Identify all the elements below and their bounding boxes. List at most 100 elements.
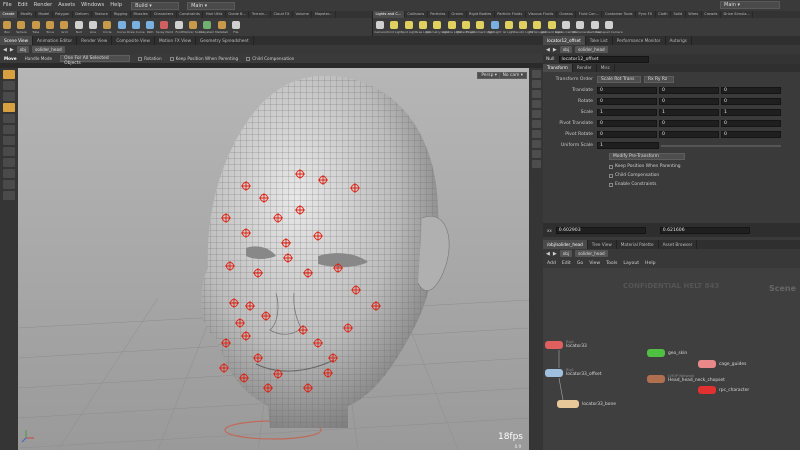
shelf-left-tab-0[interactable]: Create: [0, 11, 18, 18]
shelf-left-tab-11[interactable]: Guide B...: [226, 11, 250, 18]
param-field-z[interactable]: 1: [721, 109, 781, 116]
shelf-tool-tube[interactable]: Tube: [29, 20, 43, 34]
shelf-tool-camera[interactable]: Camera: [373, 20, 387, 34]
scene-viewport[interactable]: Persp ▾ No cam ▾ 18fps 0.9: [18, 68, 529, 450]
shelf-tool-torus[interactable]: Torus: [43, 20, 57, 34]
param-field-y[interactable]: 0: [659, 131, 719, 138]
selection-mode-dropdown[interactable]: One For All Selected Objects: [60, 55, 131, 66]
uniform-scale-slider[interactable]: [661, 144, 781, 147]
param-field-y[interactable]: 1: [659, 109, 719, 116]
right-network-dropdown[interactable]: Main ▾: [720, 1, 780, 9]
shelf-tool-line[interactable]: Line: [86, 20, 100, 34]
param-tab-0[interactable]: locator12_offset: [543, 36, 586, 45]
readout-b[interactable]: 0.621606: [659, 226, 750, 234]
shelf-right-tab-8[interactable]: Fluid Con...: [576, 11, 603, 18]
subtab-transform[interactable]: Transform: [543, 64, 573, 72]
viewport-tab-1[interactable]: Animation Editor: [33, 36, 78, 45]
ghost-icon[interactable]: [531, 130, 541, 138]
viewport-tab-5[interactable]: Geometry Spreadsheet: [196, 36, 254, 45]
modify-pre-transform-dropdown[interactable]: Modify Pre-Transform: [609, 153, 685, 160]
shelf-left-tab-4[interactable]: Deform: [73, 11, 93, 18]
point-display-icon[interactable]: [531, 140, 541, 148]
param-field-y[interactable]: 0: [659, 98, 719, 105]
camera-persp-dropdown[interactable]: Persp ▾: [477, 72, 501, 79]
keep-position-toggle[interactable]: Keep Position When Parenting: [169, 56, 238, 61]
display-option-icon[interactable]: [531, 70, 541, 78]
view-tool-icon[interactable]: [3, 136, 15, 145]
shelf-left-tab-15[interactable]: Mapster...: [312, 11, 336, 18]
shelf-tool-draw-curve[interactable]: Draw Curve: [127, 20, 145, 34]
param-field-x[interactable]: 0: [597, 87, 657, 94]
shelf-right-tab-7[interactable]: Oceans: [557, 11, 577, 18]
shelf-right-tab-11[interactable]: Cloth: [656, 11, 672, 18]
param-path-obj[interactable]: obj: [559, 46, 573, 53]
background-icon[interactable]: [531, 120, 541, 128]
shelf-left-tab-7[interactable]: Muscles: [131, 11, 152, 18]
pin-icon[interactable]: [3, 191, 15, 200]
shelf-right-tab-6[interactable]: Viscous Fluids: [526, 11, 557, 18]
shelf-tool-circle[interactable]: Circle: [100, 20, 114, 34]
snap-icon[interactable]: [3, 147, 15, 156]
shelf-left-tab-13[interactable]: Cloud FX: [271, 11, 293, 18]
param-field-y[interactable]: 0: [659, 87, 719, 94]
param-field-x[interactable]: 0: [597, 98, 657, 105]
param-field-z[interactable]: 0: [721, 87, 781, 94]
move-tool-icon[interactable]: [3, 81, 15, 90]
shelf-tool-metaball[interactable]: Metaball: [214, 20, 228, 34]
shelf-left-tab-6[interactable]: Rigging: [111, 11, 131, 18]
no-cam-dropdown[interactable]: No cam ▾: [498, 72, 527, 79]
handle-tool-icon[interactable]: [3, 103, 15, 112]
param-field-z[interactable]: 0: [721, 98, 781, 105]
shelf-left-tab-8[interactable]: Characters: [151, 11, 177, 18]
network-node-locator33-bone[interactable]: locator33_bone: [557, 400, 616, 408]
param-field-x[interactable]: 0: [597, 120, 657, 127]
viewport-tab-4[interactable]: Motion FX View: [155, 36, 197, 45]
desktop-dropdown[interactable]: Build ▾: [131, 1, 180, 10]
shelf-left-tab-10[interactable]: Hair Utils: [203, 11, 226, 18]
shelf-tool-vr-camera[interactable]: VR Camera: [572, 20, 589, 34]
shelf-tool-platonic-solids[interactable]: Platonic Solids: [182, 20, 204, 34]
menu-assets[interactable]: Assets: [55, 0, 78, 11]
param-tab-3[interactable]: Autorigs: [666, 36, 692, 45]
normal-display-icon[interactable]: [531, 150, 541, 158]
param-back-icon[interactable]: ◀: [546, 47, 550, 53]
param-field-x[interactable]: 0: [597, 131, 657, 138]
transform-order-dropdown[interactable]: Scale Rot Trans: [597, 76, 641, 83]
shelf-right-tab-15[interactable]: Drive Simula...: [721, 11, 754, 18]
magnet-icon[interactable]: [3, 169, 15, 178]
pose-tool-icon[interactable]: [3, 125, 15, 134]
viewport-tab-2[interactable]: Render View: [77, 36, 113, 45]
network-node-locator33-offset[interactable]: Rig1 locator33_offset: [545, 368, 601, 377]
shaded-icon[interactable]: [531, 90, 541, 98]
shelf-tool-sky-light[interactable]: Sky Light: [487, 20, 501, 34]
child-comp-row[interactable]: Child Compensation: [543, 171, 800, 180]
shelf-tool-l-system[interactable]: L-System: [200, 20, 214, 34]
shelf-left-tab-3[interactable]: Polygon: [53, 11, 73, 18]
shelf-left-tab-5[interactable]: Texture: [92, 11, 112, 18]
scale-tool-icon[interactable]: [3, 114, 15, 123]
shelf-right-tab-0[interactable]: Lights and C...: [373, 11, 405, 18]
shadow-icon[interactable]: [531, 110, 541, 118]
uniform-scale-field[interactable]: 1: [597, 142, 659, 149]
param-field-y[interactable]: 0: [659, 120, 719, 127]
node-name-field[interactable]: locator12_offset: [558, 55, 649, 63]
readout-a[interactable]: 0.602903: [555, 226, 646, 234]
shelf-right-tab-3[interactable]: Grains: [449, 11, 467, 18]
shelf-right-tab-14[interactable]: Crowds: [702, 11, 721, 18]
back-arrow-icon[interactable]: ◀: [3, 47, 7, 53]
shelf-tool-sphere[interactable]: Sphere: [14, 20, 28, 34]
shelf-right-tab-12[interactable]: Solid: [671, 11, 686, 18]
subtab-render[interactable]: Render: [573, 64, 597, 72]
param-forward-icon[interactable]: ▶: [553, 47, 557, 53]
shelf-right-tab-5[interactable]: Particle Fluids: [495, 11, 526, 18]
subtab-misc[interactable]: Misc: [597, 64, 616, 72]
shelf-tool-file[interactable]: File: [229, 20, 243, 34]
network-node-geo-skin[interactable]: geo_skin: [647, 349, 687, 357]
menu-help[interactable]: Help: [107, 0, 125, 11]
shelf-left-tab-14[interactable]: Volume: [293, 11, 313, 18]
enable-constraints-row[interactable]: Enable Constraints: [543, 180, 800, 189]
param-field-z[interactable]: 0: [721, 120, 781, 127]
rotation-toggle[interactable]: Rotation: [138, 56, 162, 61]
param-field-x[interactable]: 1: [597, 109, 657, 116]
child-comp-toggle[interactable]: Child Compensation: [246, 56, 294, 61]
